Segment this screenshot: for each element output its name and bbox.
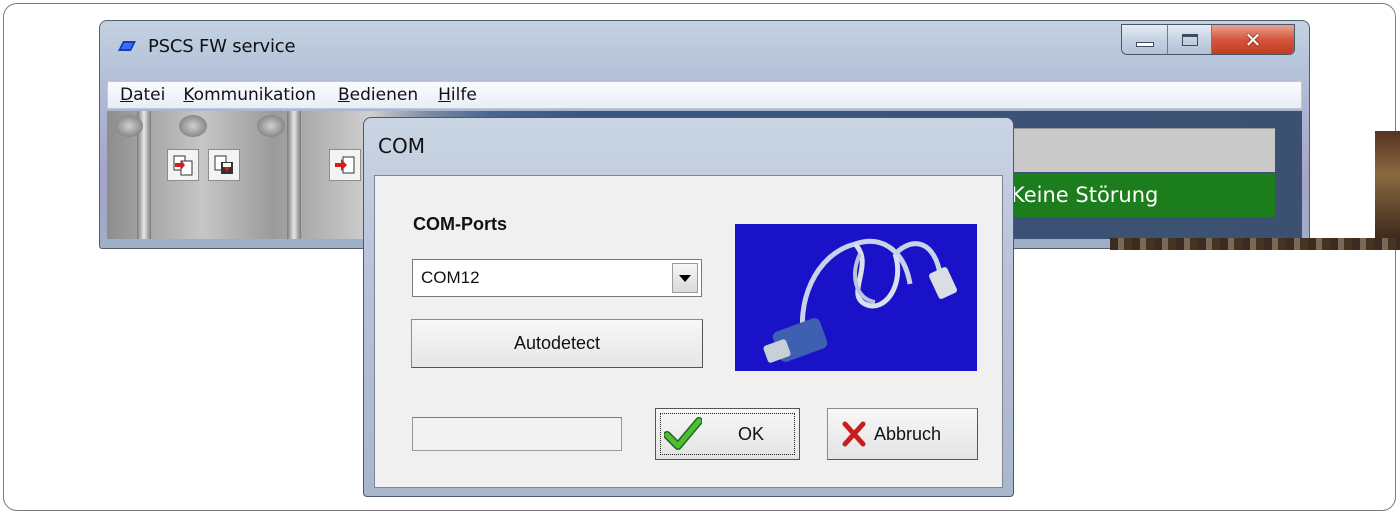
- dialog-client-area: COM-Ports COM12 Autodetect OK Abbruch: [374, 175, 1003, 488]
- minimize-icon: [1135, 42, 1154, 47]
- progress-bar: [412, 417, 622, 451]
- window-title: PSCS FW service: [148, 36, 296, 57]
- dropdown-button[interactable]: [672, 263, 698, 293]
- minimize-button[interactable]: [1122, 25, 1168, 54]
- save-file-button[interactable]: [208, 149, 240, 181]
- caption-buttons: ✕: [1121, 24, 1295, 55]
- ok-button[interactable]: OK: [655, 408, 800, 460]
- com-port-value: COM12: [421, 268, 480, 287]
- dialog-title: COM: [378, 134, 425, 158]
- load-file-button[interactable]: [167, 149, 199, 181]
- cancel-label: Abbruch: [874, 423, 942, 444]
- status-text: Keine Störung: [1011, 183, 1159, 207]
- import-icon: [335, 156, 355, 174]
- menu-hilfe[interactable]: Hilfe: [438, 85, 477, 105]
- usb-serial-adapter-image: [735, 224, 977, 371]
- valve-graphic: [115, 115, 143, 137]
- maximize-icon: [1181, 33, 1198, 46]
- valve-graphic: [179, 115, 207, 137]
- close-icon: ✕: [1244, 27, 1262, 52]
- background-photo: [1110, 238, 1400, 250]
- valve-graphic: [257, 115, 285, 137]
- autodetect-label: Autodetect: [513, 333, 601, 353]
- red-x-icon: [842, 421, 866, 447]
- maximize-button[interactable]: [1168, 25, 1212, 54]
- import-button[interactable]: [329, 149, 361, 181]
- close-button[interactable]: ✕: [1212, 25, 1294, 54]
- pipe-graphic: [287, 111, 301, 239]
- menu-datei[interactable]: Datei: [120, 85, 165, 105]
- menu-bar: Datei Kommunikation Bedienen Hilfe: [107, 81, 1302, 109]
- autodetect-button[interactable]: Autodetect: [411, 319, 703, 368]
- background-photo: [1375, 131, 1400, 239]
- load-file-icon: [173, 155, 193, 176]
- menu-kommunikation[interactable]: Kommunikation: [183, 85, 316, 105]
- app-logo-icon: [118, 41, 136, 51]
- cancel-button[interactable]: Abbruch: [827, 408, 978, 460]
- focus-ring: [660, 413, 795, 455]
- com-dialog: COM COM-Ports COM12 Autodetect OK Abbruc…: [363, 117, 1014, 497]
- menu-bedienen[interactable]: Bedienen: [338, 85, 418, 105]
- com-port-select[interactable]: COM12: [412, 259, 702, 297]
- com-ports-label: COM-Ports: [413, 214, 507, 234]
- save-file-icon: [214, 155, 233, 174]
- chevron-down-icon: [679, 274, 691, 282]
